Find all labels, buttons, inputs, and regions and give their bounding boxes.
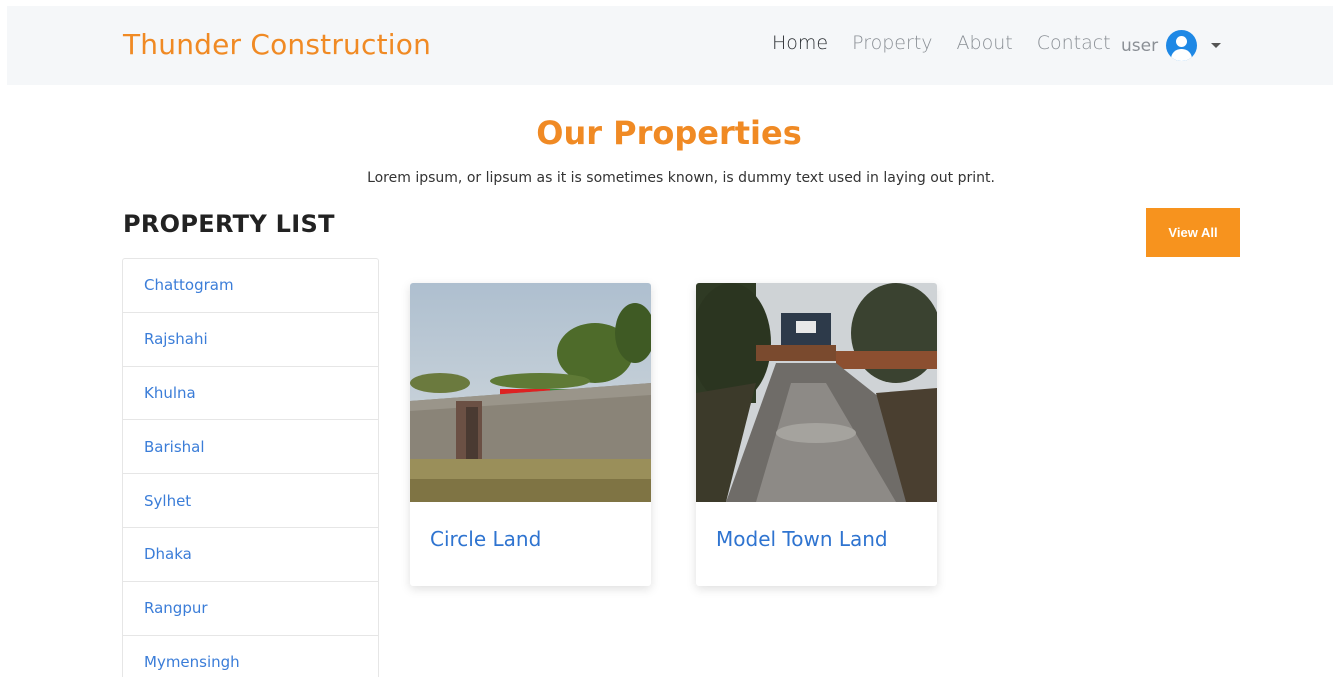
property-list-title: PROPERTY LIST	[123, 210, 335, 238]
card-title[interactable]: Circle Land	[430, 527, 541, 551]
user-circle-icon	[1166, 30, 1198, 61]
property-list-item-barishal[interactable]: Barishal	[123, 420, 378, 475]
card-title[interactable]: Model Town Land	[716, 527, 888, 551]
caret-down-icon	[1211, 43, 1222, 48]
navbar: Thunder Construction Home Property About…	[7, 6, 1333, 85]
nav-link-property[interactable]: Property	[852, 32, 932, 54]
view-all-button[interactable]: View All	[1146, 208, 1240, 257]
brand-logo-text[interactable]: Thunder Construction	[123, 28, 431, 61]
property-card-circle-land[interactable]: Circle Land	[410, 283, 651, 586]
property-card-model-town-land[interactable]: Model Town Land	[696, 283, 937, 586]
nav-link-about[interactable]: About	[957, 32, 1013, 54]
property-photo	[410, 283, 651, 502]
property-list-item-rangpur[interactable]: Rangpur	[123, 582, 378, 636]
nav-link-contact[interactable]: Contact	[1037, 32, 1111, 54]
property-photo	[696, 283, 937, 502]
page-subtitle: Lorem ipsum, or lipsum as it is sometime…	[367, 170, 995, 186]
nav-links: Home Property About Contact	[772, 28, 1135, 58]
user-label: user	[1121, 35, 1159, 56]
page-title: Our Properties	[536, 114, 802, 152]
property-list: Chattogram Rajshahi Khulna Barishal Sylh…	[122, 258, 379, 677]
user-menu-dropdown[interactable]: user	[1121, 30, 1222, 61]
property-list-item-sylhet[interactable]: Sylhet	[123, 474, 378, 528]
nav-link-home[interactable]: Home	[772, 32, 828, 54]
property-list-item-chattogram[interactable]: Chattogram	[123, 259, 378, 313]
property-list-item-dhaka[interactable]: Dhaka	[123, 528, 378, 582]
property-list-item-rajshahi[interactable]: Rajshahi	[123, 313, 378, 367]
property-list-item-khulna[interactable]: Khulna	[123, 367, 378, 421]
property-list-item-mymensingh[interactable]: Mymensingh	[123, 636, 378, 677]
